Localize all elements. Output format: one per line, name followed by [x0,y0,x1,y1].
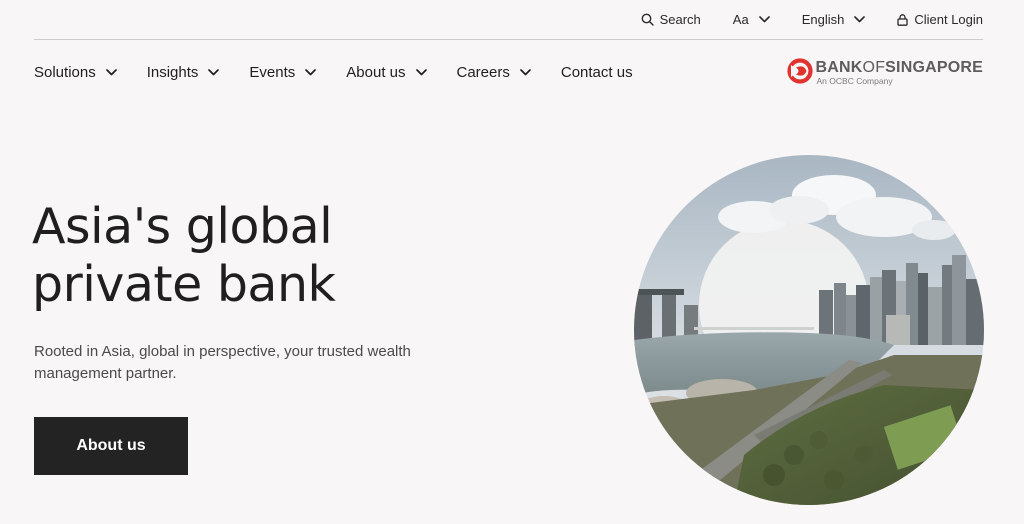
hero-skyline-image [634,155,984,505]
nav-item-label: Solutions [34,63,96,81]
search-icon [641,13,654,26]
logo-bank: BANK [815,59,863,76]
font-size-dropdown[interactable]: Aa [733,12,770,27]
hero-title-line-2: private bank [32,256,336,313]
nav-item-label: Events [249,63,296,81]
client-login-label: Client Login [914,12,983,27]
chevron-down-icon [208,68,220,75]
logo-wordmark: BANKOFSINGAPORE [816,60,983,76]
main-nav: Solutions Insights Events About us Caree… [34,40,983,104]
chevron-down-icon [520,68,531,75]
nav-item-about-us[interactable]: About us [346,63,427,81]
chevron-down-icon [305,68,317,75]
chevron-down-icon [415,68,427,75]
nav-item-label: Careers [456,63,510,81]
chevron-down-icon [758,16,770,23]
lock-icon [897,13,908,26]
nav-item-solutions[interactable]: Solutions [34,64,117,81]
hero-title: Asia's global private bank [32,198,336,314]
hero-title-line-1: Asia's global [32,198,333,255]
bank-logo[interactable]: BANKOFSINGAPORE An OCBC Company [786,54,983,90]
chevron-down-icon [105,68,117,75]
chevron-down-icon [854,16,866,23]
about-us-button[interactable]: About us [34,417,188,475]
nav-item-events[interactable]: Events [249,63,317,81]
utility-bar: Search Aa English Client Login [34,0,983,40]
language-label: English [801,12,845,27]
bank-logo-icon [786,57,813,89]
logo-singapore: SINGAPORE [885,59,983,76]
nav-item-insights[interactable]: Insights [147,64,220,81]
nav-item-label: Contact us [560,63,633,81]
search-button[interactable]: Search [641,12,701,27]
nav-item-careers[interactable]: Careers [457,64,531,81]
nav-item-contact-us[interactable]: Contact us [561,64,633,81]
language-dropdown[interactable]: English [802,12,866,27]
hero-subtitle: Rooted in Asia, global in perspective, y… [34,343,411,382]
logo-of: OF [862,59,886,76]
search-label: Search [659,12,701,27]
logo-tagline: An OCBC Company [816,76,893,86]
nav-item-label: Insights [146,63,199,81]
client-login-link[interactable]: Client Login [897,12,983,27]
font-size-label: Aa [732,12,749,27]
nav-item-label: About us [346,63,406,81]
